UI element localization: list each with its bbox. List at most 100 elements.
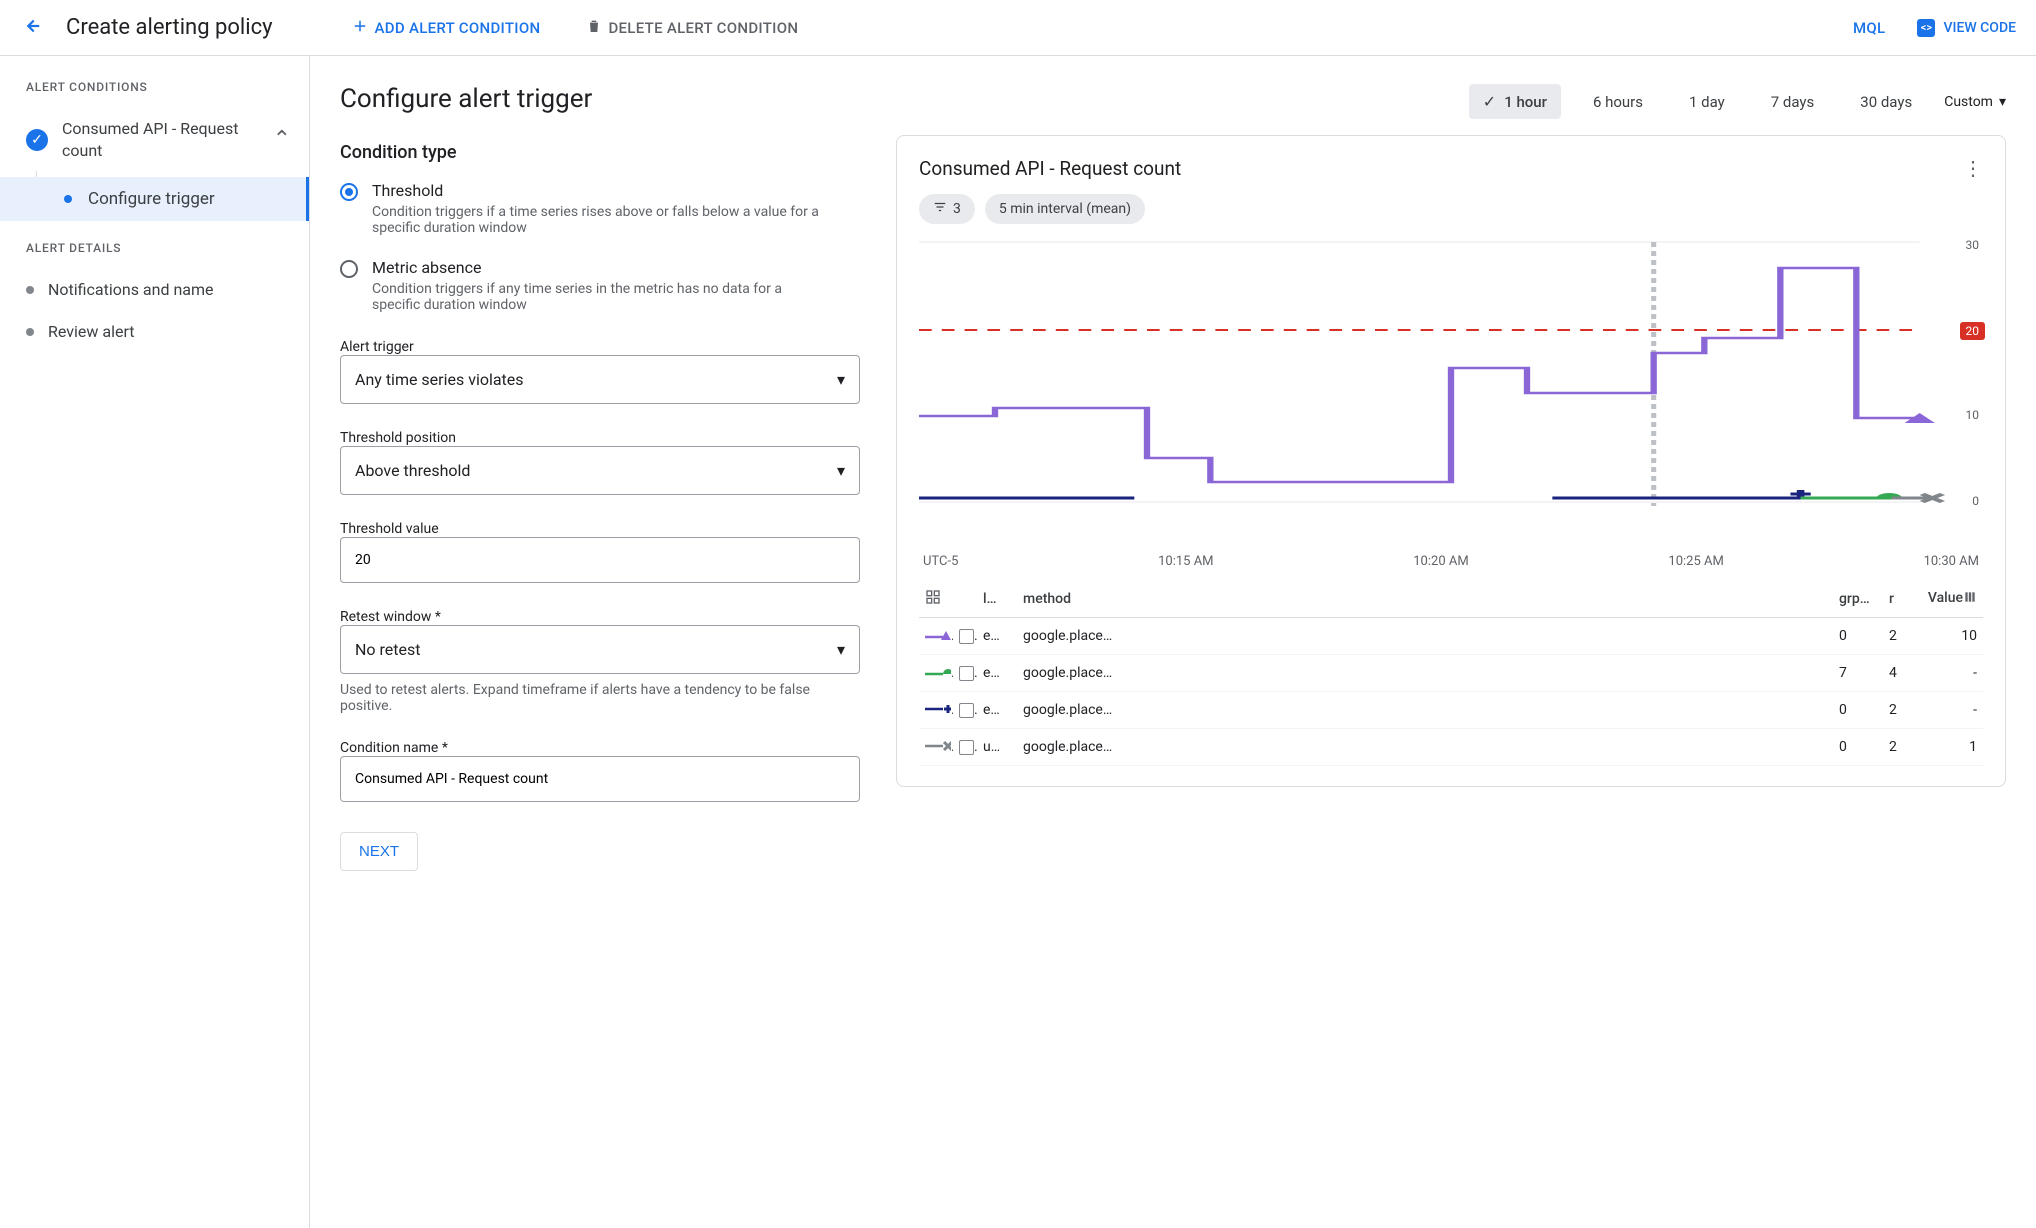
time-chip-6-hours[interactable]: 6 hours	[1579, 85, 1657, 119]
plus-icon	[351, 17, 369, 39]
cell-method: google.place…	[1017, 655, 1833, 692]
field-retest-window: Retest window * No retest ▾ Used to rete…	[340, 609, 860, 714]
series-table: l… method grp… r Value e…	[919, 581, 1983, 766]
threshold-badge: 20	[1960, 322, 1986, 340]
x-tick: 10:25 AM	[1668, 554, 1723, 569]
cell-value: 10	[1913, 618, 1983, 655]
sidebar-item-condition[interactable]: ✓ Consumed API - Request count ⌃	[0, 108, 309, 171]
cell-grp: 0	[1833, 618, 1883, 655]
page-title: Create alerting policy	[66, 15, 273, 40]
sidebar-section-details: ALERT DETAILS	[0, 221, 309, 269]
y-tick: 0	[1972, 494, 1979, 508]
x-tick: 10:30 AM	[1924, 554, 1979, 569]
form-column: Configure alert trigger Condition type T…	[340, 84, 860, 1200]
field-helper: Used to retest alerts. Expand timeframe …	[340, 682, 820, 714]
radio-option-threshold[interactable]: Threshold Condition triggers if a time s…	[340, 181, 860, 236]
time-chip-1-hour[interactable]: ✓ 1 hour	[1469, 84, 1561, 119]
mql-button[interactable]: MQL	[1845, 13, 1893, 43]
legend-toggle-icon[interactable]	[919, 581, 953, 618]
field-label: Alert trigger	[340, 339, 414, 355]
field-label: Retest window *	[340, 609, 441, 625]
chart[interactable]: 20 30 10 0	[919, 238, 1983, 538]
cell-loc: e…	[977, 692, 1017, 729]
form-heading: Configure alert trigger	[340, 84, 860, 114]
timezone-label: UTC-5	[923, 554, 958, 569]
field-threshold-position: Threshold position Above threshold ▾	[340, 430, 860, 495]
interval-pill[interactable]: 5 min interval (mean)	[985, 194, 1145, 224]
series-checkbox[interactable]	[959, 703, 974, 718]
alert-trigger-select[interactable]: Any time series violates ▾	[340, 355, 860, 404]
radio-label: Metric absence	[372, 258, 832, 277]
dot-icon	[26, 286, 34, 294]
sidebar-item-label: Review alert	[48, 321, 134, 343]
th-r[interactable]: r	[1883, 581, 1913, 618]
cell-loc: e…	[977, 618, 1017, 655]
radio-icon[interactable]	[340, 183, 358, 201]
delete-alert-condition-button[interactable]: DELETE ALERT CONDITION	[578, 12, 806, 44]
series-checkbox[interactable]	[959, 666, 974, 681]
th-method[interactable]: method	[1017, 581, 1833, 618]
series-marker-icon	[925, 702, 951, 714]
series-marker-icon	[925, 739, 951, 751]
retest-window-select[interactable]: No retest ▾	[340, 625, 860, 674]
radio-option-absence[interactable]: Metric absence Condition triggers if any…	[340, 258, 860, 313]
field-threshold-value: Threshold value	[340, 521, 860, 583]
more-menu-icon[interactable]: ⋮	[1963, 156, 1983, 180]
topbar: Create alerting policy ADD ALERT CONDITI…	[0, 0, 2036, 56]
table-row[interactable]: e…google.place…0210	[919, 618, 1983, 655]
radio-description: Condition triggers if any time series in…	[372, 281, 832, 313]
preview-title: Consumed API - Request count	[919, 157, 1181, 180]
chevron-up-icon[interactable]: ⌃	[273, 127, 291, 152]
radio-icon[interactable]	[340, 260, 358, 278]
cell-method: google.place…	[1017, 618, 1833, 655]
th-loc[interactable]: l…	[977, 581, 1017, 618]
table-row[interactable]: e…google.place…74-	[919, 655, 1983, 692]
cell-grp: 0	[1833, 729, 1883, 766]
cell-value: -	[1913, 655, 1983, 692]
th-grp[interactable]: grp…	[1833, 581, 1883, 618]
radio-description: Condition triggers if a time series rise…	[372, 204, 832, 236]
x-tick: 10:15 AM	[1158, 554, 1213, 569]
dropdown-icon: ▾	[837, 461, 845, 480]
series-marker-icon	[925, 665, 951, 677]
radio-label: Threshold	[372, 181, 832, 200]
time-chip-7-days[interactable]: 7 days	[1757, 85, 1829, 119]
filter-pill[interactable]: 3	[919, 194, 975, 224]
cell-value: -	[1913, 692, 1983, 729]
threshold-position-select[interactable]: Above threshold ▾	[340, 446, 860, 495]
sidebar-section-conditions: ALERT CONDITIONS	[0, 80, 309, 108]
time-chip-1-day[interactable]: 1 day	[1675, 85, 1739, 119]
field-condition-name: Condition name *	[340, 740, 860, 802]
table-row[interactable]: u…google.place…021	[919, 729, 1983, 766]
next-button[interactable]: NEXT	[340, 832, 418, 871]
field-label: Threshold value	[340, 521, 439, 537]
back-arrow-icon[interactable]	[20, 15, 42, 41]
threshold-value-input[interactable]	[340, 537, 860, 583]
field-label: Threshold position	[340, 430, 456, 446]
dropdown-icon: ▾	[837, 640, 845, 659]
add-alert-condition-button[interactable]: ADD ALERT CONDITION	[343, 11, 549, 45]
cell-method: google.place…	[1017, 692, 1833, 729]
columns-icon[interactable]	[1963, 590, 1977, 608]
condition-name-input[interactable]	[340, 756, 860, 802]
y-tick: 10	[1966, 408, 1980, 422]
sidebar-subitem-configure-trigger[interactable]: Configure trigger	[0, 177, 309, 221]
sidebar-item-review[interactable]: Review alert	[0, 311, 309, 353]
trash-icon	[586, 18, 602, 38]
dropdown-icon: ▾	[837, 370, 845, 389]
code-icon: <>	[1917, 19, 1935, 37]
sidebar-subitem-label: Configure trigger	[88, 189, 215, 209]
sidebar-item-notifications[interactable]: Notifications and name	[0, 269, 309, 311]
time-chip-custom[interactable]: Custom ▾	[1944, 94, 2006, 110]
cell-loc: u…	[977, 729, 1017, 766]
table-row[interactable]: e…google.place…02-	[919, 692, 1983, 729]
time-chip-30-days[interactable]: 30 days	[1846, 85, 1926, 119]
view-code-button[interactable]: <> VIEW CODE	[1917, 19, 2016, 37]
th-value[interactable]: Value	[1928, 590, 1963, 606]
cell-method: google.place…	[1017, 729, 1833, 766]
dot-icon	[26, 328, 34, 336]
field-label: Condition name *	[340, 740, 448, 756]
series-checkbox[interactable]	[959, 740, 974, 755]
check-circle-icon: ✓	[26, 129, 48, 151]
series-checkbox[interactable]	[959, 629, 974, 644]
